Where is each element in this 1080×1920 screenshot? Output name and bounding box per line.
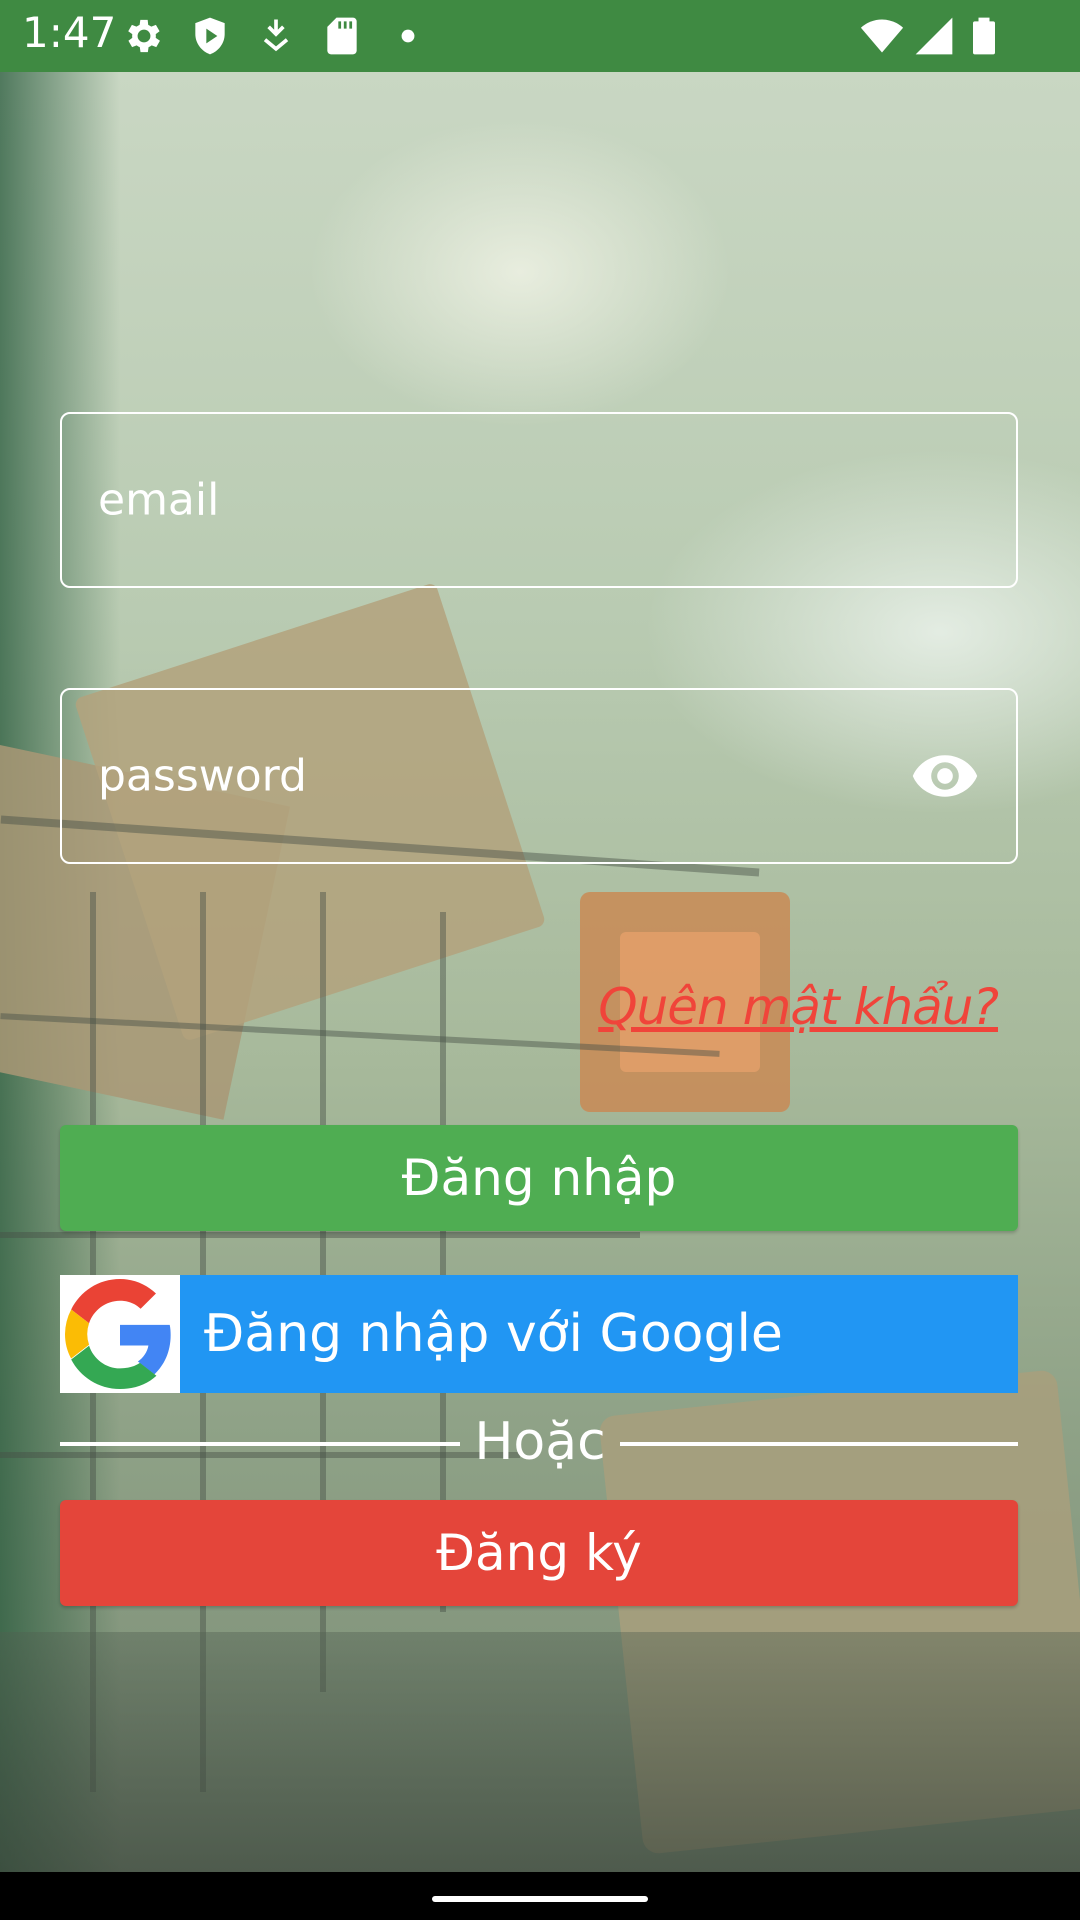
divider-left [60, 1442, 460, 1446]
password-input[interactable] [96, 749, 900, 803]
email-field[interactable] [60, 412, 1018, 588]
forgot-password-link[interactable]: Quên mật khẩu? [598, 978, 999, 1036]
email-input[interactable] [96, 473, 900, 527]
or-divider-label: Hoặc [474, 1412, 606, 1472]
divider-right [620, 1442, 1018, 1446]
dot-icon [386, 14, 430, 58]
download-icon [254, 14, 298, 58]
google-sign-in-label: Đăng nhập với Google [204, 1304, 783, 1364]
google-sign-in-button[interactable]: Đăng nhập với Google [60, 1275, 1018, 1393]
google-logo-icon [60, 1275, 180, 1393]
eye-icon[interactable] [910, 753, 980, 799]
status-time: 1:47 [22, 8, 117, 57]
gear-icon [122, 14, 166, 58]
sd-card-icon [320, 14, 364, 58]
password-field[interactable] [60, 688, 1018, 864]
register-button[interactable]: Đăng ký [60, 1500, 1018, 1606]
login-button[interactable]: Đăng nhập [60, 1125, 1018, 1231]
signal-icon [912, 14, 956, 58]
battery-icon [962, 14, 1006, 58]
home-gesture-handle[interactable] [432, 1896, 648, 1902]
status-bar: 1:47 [0, 0, 1080, 72]
shield-play-icon [188, 14, 232, 58]
wifi-icon [860, 14, 904, 58]
